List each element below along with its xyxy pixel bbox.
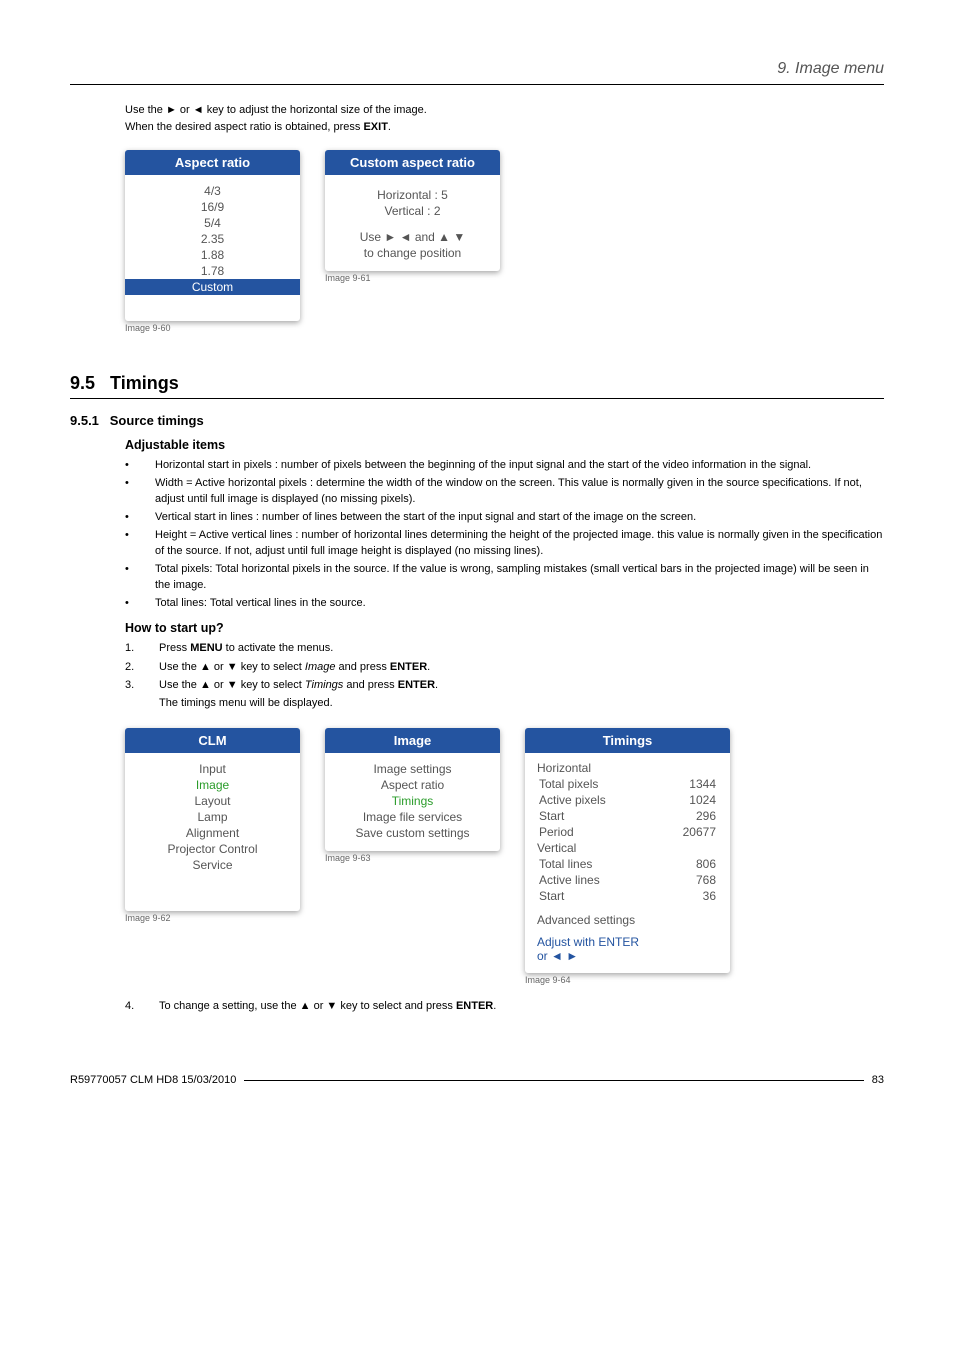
list-item: •Width = Active horizontal pixels : dete… bbox=[125, 476, 884, 507]
table-row[interactable]: Active pixels1024 bbox=[539, 793, 716, 807]
intro-line2-post: . bbox=[388, 121, 391, 133]
step-1: 1. Press MENU to activate the menus. bbox=[125, 641, 884, 656]
section-title: Timings bbox=[110, 373, 179, 393]
list-item: •Horizontal start in pixels : number of … bbox=[125, 458, 884, 473]
custom-h: Horizontal : 5 bbox=[335, 187, 490, 203]
intro-line1: Use the ► or ◄ key to adjust the horizon… bbox=[125, 103, 884, 118]
image-item[interactable]: Image settings bbox=[335, 761, 490, 777]
caption-9-64: Image 9-64 bbox=[525, 975, 730, 985]
table-row[interactable]: Active lines768 bbox=[539, 873, 716, 887]
image-item[interactable]: Image file services bbox=[335, 809, 490, 825]
step-4: 4. To change a setting, use the ▲ or ▼ k… bbox=[125, 999, 884, 1014]
subsection-heading: 9.5.1 Source timings bbox=[70, 413, 884, 428]
timings-h-label: Horizontal bbox=[537, 761, 718, 775]
image-item[interactable]: Aspect ratio bbox=[335, 777, 490, 793]
table-row[interactable]: Total lines806 bbox=[539, 857, 716, 871]
list-item: •Vertical start in lines : number of lin… bbox=[125, 510, 884, 525]
adjust-hint2: or ◄ ► bbox=[537, 949, 718, 963]
caption-9-62: Image 9-62 bbox=[125, 913, 300, 923]
table-row[interactable]: Start296 bbox=[539, 809, 716, 823]
image-title: Image bbox=[325, 728, 500, 753]
howto-heading: How to start up? bbox=[125, 621, 884, 635]
aspect-title: Aspect ratio bbox=[125, 150, 300, 175]
custom-hint1: Use ► ◄ and ▲ ▼ bbox=[335, 229, 490, 245]
table-row[interactable]: Total pixels1344 bbox=[539, 777, 716, 791]
aspect-item[interactable]: 5/4 bbox=[135, 215, 290, 231]
aspect-item[interactable]: 1.88 bbox=[135, 247, 290, 263]
clm-title: CLM bbox=[125, 728, 300, 753]
list-item: •Total lines: Total vertical lines in th… bbox=[125, 596, 884, 611]
timings-menu: Timings Horizontal Total pixels1344 Acti… bbox=[525, 728, 730, 973]
table-row[interactable]: Period20677 bbox=[539, 825, 716, 839]
clm-item[interactable]: Alignment bbox=[135, 825, 290, 841]
image-item-highlight[interactable]: Timings bbox=[335, 793, 490, 809]
section-rule bbox=[70, 398, 884, 399]
aspect-item-selected[interactable]: Custom bbox=[125, 279, 300, 295]
header-rule bbox=[70, 84, 884, 85]
footer-left: R59770057 CLM HD8 15/03/2010 bbox=[70, 1074, 236, 1086]
table-row[interactable]: Start36 bbox=[539, 889, 716, 903]
clm-item[interactable]: Service bbox=[135, 857, 290, 873]
caption-9-60: Image 9-60 bbox=[125, 323, 300, 333]
aspect-ratio-menu: Aspect ratio 4/3 16/9 5/4 2.35 1.88 1.78… bbox=[125, 150, 300, 321]
timings-v-label: Vertical bbox=[537, 841, 718, 855]
clm-item[interactable]: Projector Control bbox=[135, 841, 290, 857]
list-item: •Height = Active vertical lines : number… bbox=[125, 528, 884, 559]
clm-item[interactable]: Input bbox=[135, 761, 290, 777]
aspect-item[interactable]: 2.35 bbox=[135, 231, 290, 247]
clm-item-highlight[interactable]: Image bbox=[135, 777, 290, 793]
step-3-note: The timings menu will be displayed. bbox=[125, 696, 884, 711]
page-footer: R59770057 CLM HD8 15/03/2010 83 bbox=[70, 1074, 884, 1086]
intro-line2: When the desired aspect ratio is obtaine… bbox=[125, 120, 884, 135]
timings-title: Timings bbox=[525, 728, 730, 753]
advanced-settings[interactable]: Advanced settings bbox=[537, 913, 718, 927]
subsection-title: Source timings bbox=[110, 413, 204, 428]
footer-page-number: 83 bbox=[872, 1074, 884, 1086]
subsection-num: 9.5.1 bbox=[70, 413, 99, 428]
custom-hint2: to change position bbox=[335, 245, 490, 261]
custom-title: Custom aspect ratio bbox=[325, 150, 500, 175]
adjust-hint1: Adjust with ENTER bbox=[537, 935, 718, 949]
clm-item[interactable]: Layout bbox=[135, 793, 290, 809]
clm-item[interactable]: Lamp bbox=[135, 809, 290, 825]
step-2: 2. Use the ▲ or ▼ key to select Image an… bbox=[125, 660, 884, 675]
aspect-item[interactable]: 1.78 bbox=[135, 263, 290, 279]
caption-9-61: Image 9-61 bbox=[325, 273, 500, 283]
image-item[interactable]: Save custom settings bbox=[335, 825, 490, 841]
section-heading: 9.5 Timings bbox=[70, 373, 884, 394]
aspect-item[interactable]: 16/9 bbox=[135, 199, 290, 215]
chapter-header: 9. Image menu bbox=[70, 60, 884, 78]
image-menu: Image Image settings Aspect ratio Timing… bbox=[325, 728, 500, 851]
intro-line2-pre: When the desired aspect ratio is obtaine… bbox=[125, 121, 363, 133]
intro-line2-bold: EXIT bbox=[363, 121, 387, 133]
step-3: 3. Use the ▲ or ▼ key to select Timings … bbox=[125, 678, 884, 693]
adjustable-heading: Adjustable items bbox=[125, 438, 884, 452]
caption-9-63: Image 9-63 bbox=[325, 853, 500, 863]
custom-v: Vertical : 2 bbox=[335, 203, 490, 219]
section-num: 9.5 bbox=[70, 373, 95, 393]
custom-aspect-menu: Custom aspect ratio Horizontal : 5 Verti… bbox=[325, 150, 500, 271]
list-item: •Total pixels: Total horizontal pixels i… bbox=[125, 562, 884, 593]
clm-menu: CLM Input Image Layout Lamp Alignment Pr… bbox=[125, 728, 300, 911]
aspect-item[interactable]: 4/3 bbox=[135, 183, 290, 199]
